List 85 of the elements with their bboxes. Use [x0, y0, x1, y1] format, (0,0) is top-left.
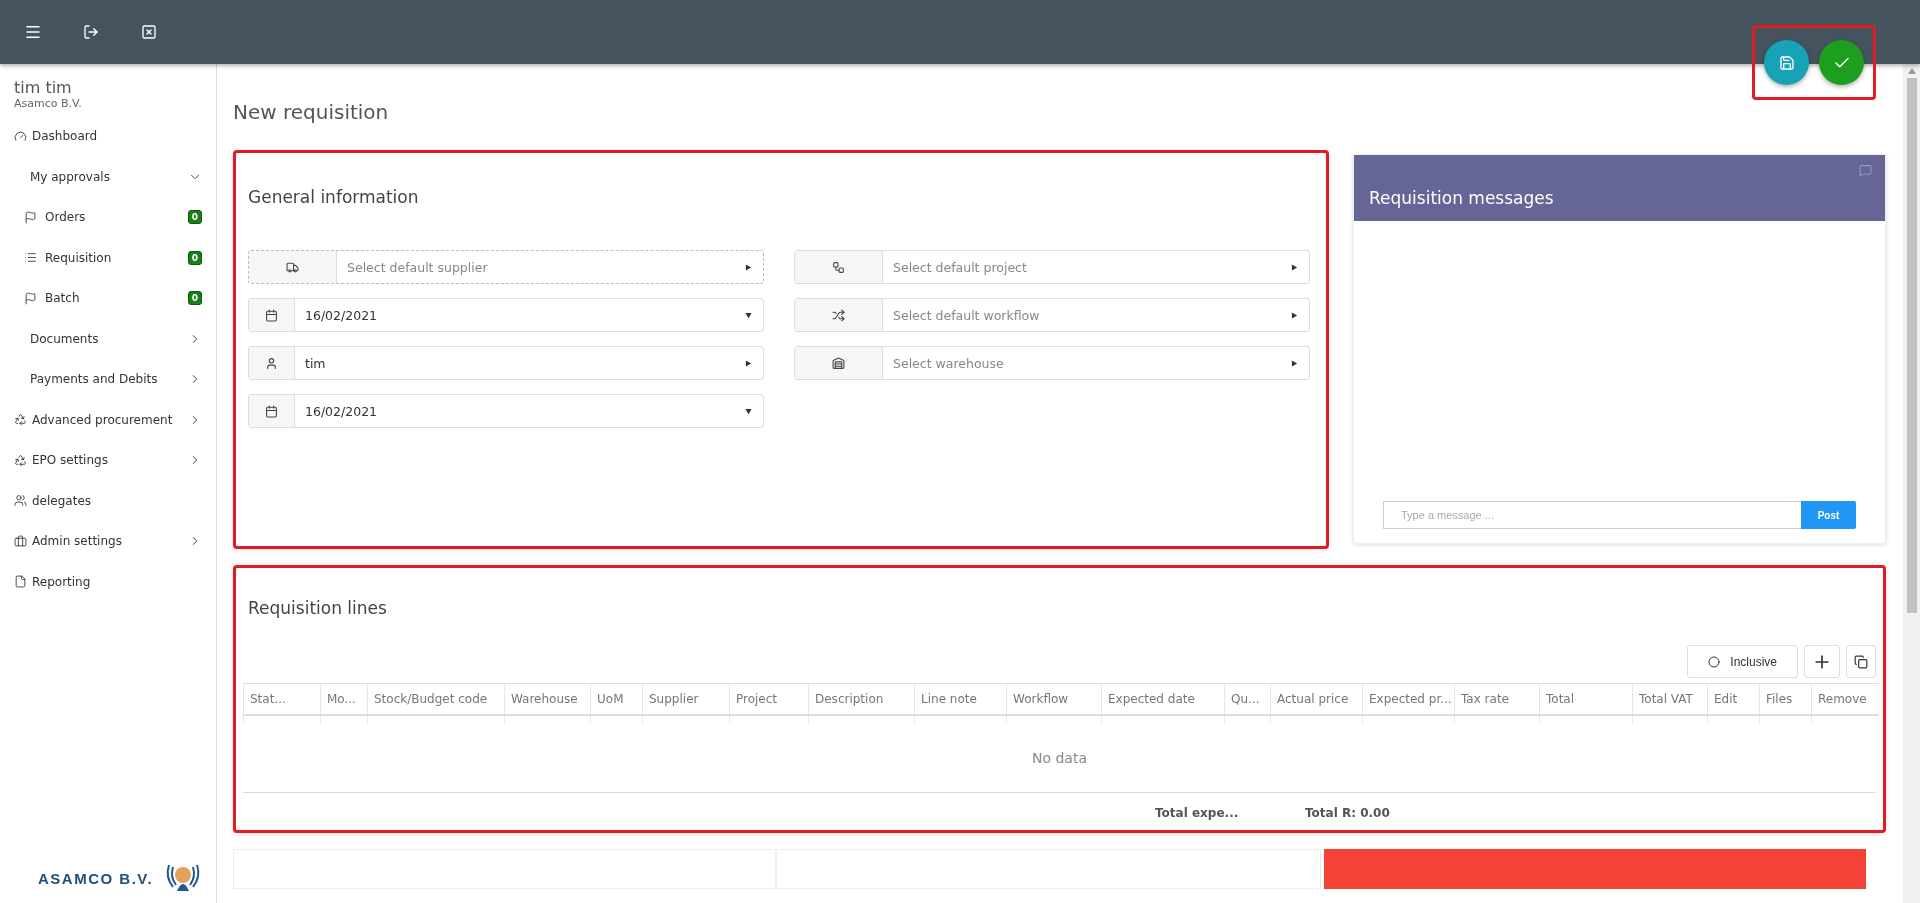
nav-icon [24, 251, 37, 265]
nav-icon [24, 291, 37, 305]
inclusive-toggle[interactable]: Inclusive [1687, 645, 1798, 678]
sidebar-item[interactable]: Batch 0 [0, 278, 216, 319]
column-header[interactable]: Expected date [1101, 683, 1225, 715]
sidebar-group[interactable]: Documents [0, 318, 216, 359]
column-header[interactable]: Edit [1707, 683, 1760, 715]
column-header[interactable]: Total [1539, 683, 1633, 715]
field-icon [249, 347, 295, 379]
column-header[interactable]: Stat... [243, 683, 321, 715]
page-title: New requisition [233, 100, 390, 124]
column-header[interactable]: Workflow [1006, 683, 1102, 715]
field-icon [795, 299, 883, 331]
total-label: Total expe... [1155, 805, 1240, 820]
user-name: tim tim [13, 78, 73, 97]
card-title: General information [247, 186, 420, 207]
message-input[interactable]: Type a message ... [1383, 501, 1801, 529]
copy-icon [1854, 654, 1868, 669]
nav-icon [14, 453, 27, 467]
select-field[interactable]: 16/02/2021 [248, 394, 764, 428]
company-name: Asamco B.V. [13, 97, 83, 110]
count-badge: 0 [187, 291, 202, 306]
field-icon [249, 299, 295, 331]
sidebar-group[interactable]: Payments and Debits [0, 359, 216, 400]
nav-icon [14, 494, 27, 508]
card-title: Requisition lines [247, 597, 388, 618]
caret-icon [744, 263, 752, 271]
sidebar-item[interactable]: Admin settings [0, 521, 216, 562]
sidebar-group[interactable]: My approvals [0, 156, 216, 197]
select-field[interactable]: Select default supplier [248, 250, 764, 284]
column-header[interactable]: Warehouse [504, 683, 591, 715]
column-header[interactable]: Stock/Budget code [367, 683, 505, 715]
sidebar-item[interactable]: delegates [0, 480, 216, 521]
column-header[interactable]: Qu... [1224, 683, 1271, 715]
column-header[interactable]: Supplier [642, 683, 730, 715]
column-header[interactable]: Description [808, 683, 915, 715]
caret-icon [744, 407, 752, 415]
nav-icon [24, 210, 37, 224]
select-field[interactable]: Select warehouse [794, 346, 1310, 380]
column-header[interactable]: Mo... [320, 683, 368, 715]
nav-icon [14, 534, 27, 548]
column-header[interactable]: Project [729, 683, 809, 715]
sidebar-item[interactable]: EPO settings [0, 440, 216, 481]
column-header[interactable]: Remove [1811, 683, 1879, 715]
sidebar-item[interactable]: Orders 0 [0, 197, 216, 238]
column-header[interactable]: Expected pr... [1362, 683, 1455, 715]
card-title: Requisition messages [1369, 188, 1554, 208]
sidebar-item[interactable]: Dashboard [0, 116, 216, 157]
caret-icon [744, 311, 752, 319]
field-icon [795, 251, 883, 283]
nav-icon [14, 129, 27, 143]
sidebar-item[interactable]: Advanced procurement [0, 399, 216, 440]
sidebar-item[interactable]: Reporting [0, 561, 216, 602]
column-header[interactable]: Line note [914, 683, 1007, 715]
select-field[interactable]: Select default workflow [794, 298, 1310, 332]
column-header[interactable]: Files [1759, 683, 1812, 715]
field-icon [249, 395, 295, 427]
select-field[interactable]: 16/02/2021 [248, 298, 764, 332]
caret-icon [1290, 311, 1298, 319]
column-header[interactable]: Tax rate [1454, 683, 1540, 715]
column-header[interactable]: Actual price [1270, 683, 1363, 715]
add-button[interactable] [1804, 645, 1840, 678]
count-badge: 0 [187, 210, 202, 225]
scroll-up-arrow-icon[interactable] [1907, 68, 1916, 74]
caret-icon [1290, 263, 1298, 271]
logo-text: ASAMCO B.V. [38, 869, 154, 887]
select-field[interactable]: Select default project [794, 250, 1310, 284]
column-header[interactable]: Total VAT [1632, 683, 1708, 715]
sidebar-item[interactable]: Requisition 0 [0, 237, 216, 278]
select-field[interactable]: tim [248, 346, 764, 380]
column-header[interactable]: UoM [590, 683, 643, 715]
post-button[interactable]: Post [1801, 501, 1856, 529]
radio-icon [1708, 655, 1721, 668]
empty-message: No data [1032, 749, 1087, 766]
copy-button[interactable] [1846, 645, 1876, 678]
caret-icon [744, 359, 752, 367]
field-icon [795, 347, 883, 379]
comment-icon [1859, 164, 1872, 177]
field-icon [249, 251, 337, 283]
scrollbar[interactable] [1903, 64, 1920, 903]
nav-icon [14, 413, 27, 427]
nav-icon [14, 575, 27, 589]
caret-icon [1290, 359, 1298, 367]
count-badge: 0 [187, 250, 202, 265]
total-label: Total R: 0.00 [1305, 805, 1391, 820]
